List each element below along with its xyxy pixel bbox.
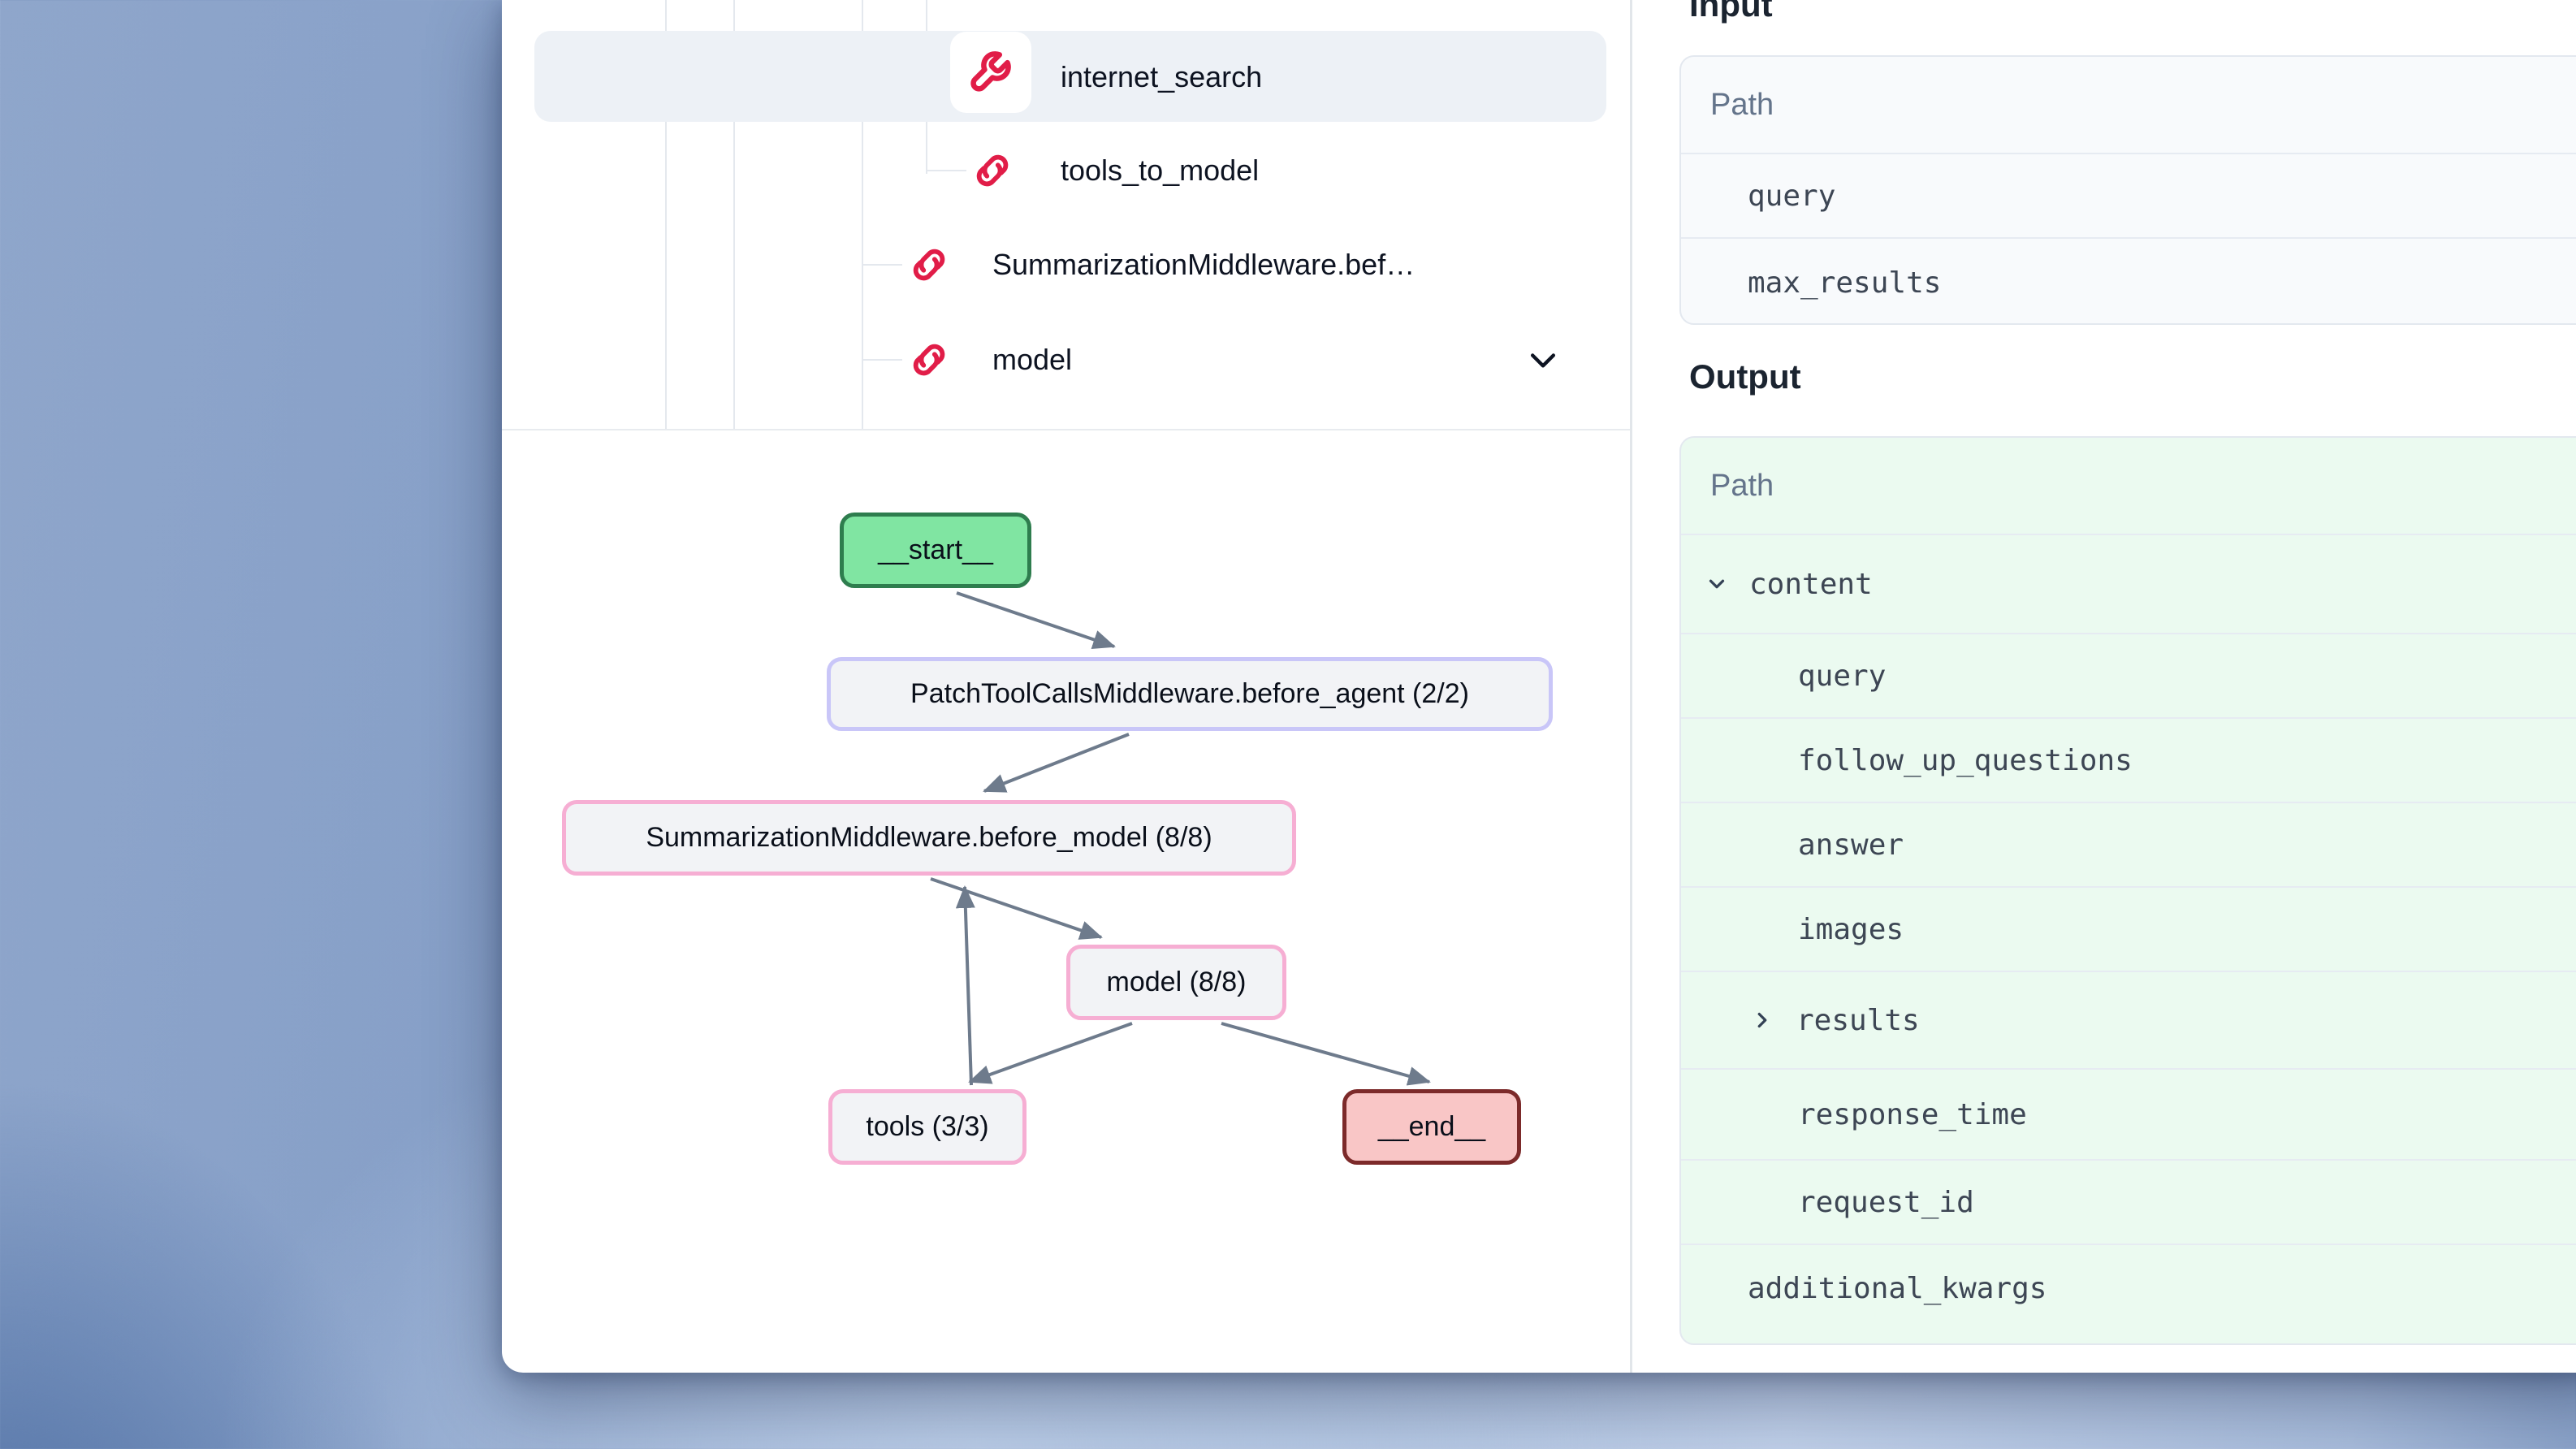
output-row-results[interactable]: results: [1681, 971, 2576, 1068]
output-row-content[interactable]: content: [1681, 534, 2576, 633]
tree-row-label: SummarizationMiddleware.bef…: [992, 248, 1415, 282]
path-key: answer: [1798, 828, 1904, 862]
output-row-request-id: request_id: [1681, 1159, 2576, 1244]
output-row-images: images: [1681, 886, 2576, 971]
output-section-heading: Output: [1689, 357, 1801, 396]
input-row-query: query: [1681, 153, 2576, 237]
tree-row-label: tools_to_model: [1061, 154, 1259, 188]
run-tree-panel: internet_search tools_to_model Summariza…: [502, 0, 1630, 429]
input-path-table: Path query max_results: [1679, 55, 2576, 325]
graph-node-label: tools (3/3): [866, 1111, 988, 1143]
input-row-max-results: max_results: [1681, 237, 2576, 325]
path-key: results: [1796, 1004, 1920, 1037]
link-icon: [971, 149, 1015, 193]
path-key: response_time: [1798, 1098, 2027, 1131]
chevron-down-icon[interactable]: [1525, 342, 1561, 378]
graph-node-model[interactable]: model (8/8): [1066, 945, 1286, 1020]
chevron-right-icon[interactable]: [1748, 1006, 1777, 1035]
graph-node-label: PatchToolCallsMiddleware.before_agent (2…: [910, 678, 1469, 710]
output-row-query: query: [1681, 633, 2576, 717]
output-row-answer: answer: [1681, 802, 2576, 886]
tree-row-label: model: [992, 343, 1072, 377]
output-path-table: Path content query follow_up_questions a…: [1679, 436, 2576, 1345]
tool-icon-box: [950, 32, 1031, 113]
path-key: request_id: [1798, 1186, 1974, 1219]
wrench-icon: [969, 50, 1013, 94]
graph-node-label: model (8/8): [1107, 967, 1247, 998]
path-key: follow_up_questions: [1798, 744, 2133, 777]
path-column-header: Path: [1681, 438, 2576, 534]
output-row-additional-kwargs: additional_kwargs: [1681, 1244, 2576, 1331]
output-row-response-time: response_time: [1681, 1068, 2576, 1159]
path-column-header: Path: [1681, 57, 2576, 153]
tree-row-internet-search[interactable]: internet_search: [1061, 32, 1262, 123]
path-key: content: [1749, 568, 1873, 601]
path-key: query: [1748, 180, 1835, 213]
desktop-background: { "colors": { "accent_rose": "#e11d48", …: [0, 0, 2576, 1449]
graph-edges: [502, 430, 1630, 1373]
graph-node-patch-tool-calls-middleware[interactable]: PatchToolCallsMiddleware.before_agent (2…: [827, 657, 1553, 731]
graph-node-tools[interactable]: tools (3/3): [828, 1089, 1027, 1165]
path-key: query: [1798, 660, 1886, 693]
link-icon: [908, 339, 952, 383]
graph-node-label: SummarizationMiddleware.before_model (8/…: [646, 822, 1212, 854]
graph-node-label: __start__: [878, 534, 993, 566]
chevron-down-icon[interactable]: [1702, 569, 1731, 599]
tree-connector: [862, 264, 902, 266]
trace-window: internet_search tools_to_model Summariza…: [502, 0, 2576, 1373]
path-key: max_results: [1748, 266, 1941, 300]
tree-row-model[interactable]: model: [992, 314, 1072, 405]
path-key: additional_kwargs: [1748, 1272, 2047, 1305]
path-key: images: [1798, 913, 1904, 946]
link-icon: [908, 244, 952, 288]
graph-canvas: __start__ PatchToolCallsMiddleware.befor…: [502, 430, 1630, 1373]
tree-row-tools-to-model[interactable]: tools_to_model: [1061, 125, 1259, 216]
input-section-heading: Input: [1689, 0, 1773, 24]
tree-row-label: internet_search: [1061, 60, 1262, 94]
graph-node-label: __end__: [1378, 1111, 1485, 1143]
graph-node-summarization-middleware[interactable]: SummarizationMiddleware.before_model (8/…: [562, 800, 1296, 876]
tree-row-summarization-middleware[interactable]: SummarizationMiddleware.bef…: [992, 219, 1415, 310]
io-details-panel: Input Path query max_results Output Path…: [1632, 0, 2576, 1373]
tree-connector: [862, 359, 902, 361]
tree-connector: [926, 170, 966, 171]
graph-node-start[interactable]: __start__: [840, 513, 1031, 588]
graph-node-end[interactable]: __end__: [1342, 1089, 1521, 1165]
output-row-follow-up-questions: follow_up_questions: [1681, 717, 2576, 802]
